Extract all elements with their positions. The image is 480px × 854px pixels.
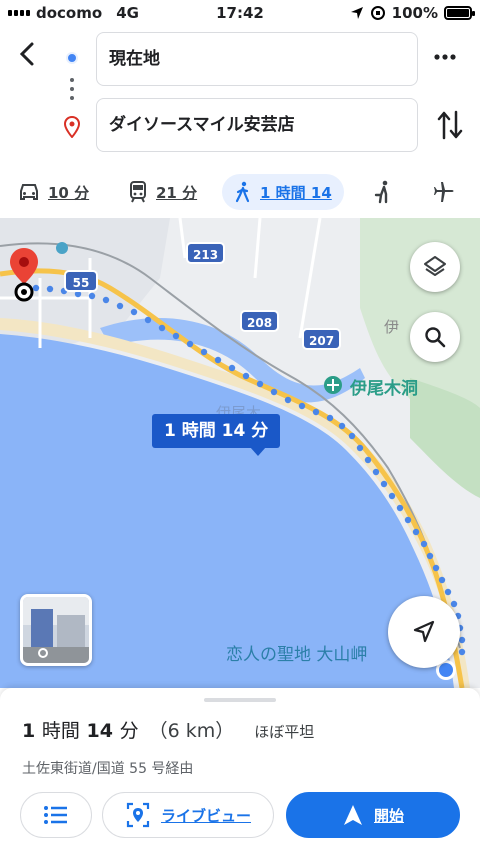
route-terrain: ほぼ平坦: [254, 723, 315, 741]
route-shield-55: 55: [64, 270, 98, 292]
list-icon: [44, 806, 67, 824]
sheet-drag-handle[interactable]: [204, 698, 276, 702]
swap-button[interactable]: [436, 108, 464, 146]
route-dots-icon: [70, 78, 74, 105]
route-duration: 1 時間 14 分: [22, 716, 139, 743]
map-label-partial: 伊: [384, 318, 400, 336]
search-icon: [425, 327, 446, 348]
tab-transit[interactable]: 21 分: [128, 174, 197, 210]
route-via: 土佐東街道/国道 55 号経由: [22, 761, 194, 777]
tab-transit-label: 21 分: [156, 183, 198, 202]
travel-mode-tabs: 10 分 21 分 1 時間 14: [0, 168, 480, 216]
route-shield-207: 207: [302, 328, 342, 350]
tab-ride[interactable]: [372, 174, 394, 210]
steps-button[interactable]: [20, 792, 92, 838]
navigation-icon: [343, 805, 362, 825]
route-time-callout[interactable]: 1 時間 14 分: [152, 414, 281, 456]
rotation-lock-icon: [370, 6, 385, 20]
layers-button[interactable]: [410, 242, 460, 292]
battery-icon: [444, 6, 475, 20]
duration-hours: 1: [22, 720, 36, 742]
poi-label[interactable]: 伊尾木洞: [350, 374, 418, 399]
destination-field[interactable]: ダイソースマイル安芸店: [96, 98, 418, 152]
tab-flight[interactable]: [432, 174, 456, 210]
more-options-button[interactable]: [432, 44, 458, 76]
search-map-button[interactable]: [410, 312, 460, 362]
live-view-button[interactable]: ライブビュー: [102, 792, 274, 838]
chevron-left-icon: [19, 42, 34, 66]
route-shield-213: 213: [186, 242, 226, 264]
duration-minutes: 14: [86, 720, 113, 742]
location-arrow-icon: [350, 7, 363, 19]
navigation-arrow-icon: [413, 620, 435, 643]
destination-pin-icon: [64, 116, 80, 138]
layers-icon: [424, 256, 446, 276]
airplane-icon: [434, 182, 454, 202]
tab-walk[interactable]: 1 時間 14: [222, 174, 344, 210]
swap-vertical-icon: [437, 110, 463, 140]
tab-walk-label: 1 時間 14: [260, 183, 332, 202]
destination-marker-icon[interactable]: [8, 246, 40, 302]
duration-minutes-unit: 分: [119, 720, 139, 742]
origin-field[interactable]: 現在地: [96, 32, 418, 86]
back-button[interactable]: [14, 40, 46, 72]
route-summary: 1 時間 14 分 （6 km） ほぼ平坦: [22, 716, 314, 743]
water-label: 恋人の聖地 大山岬: [226, 645, 368, 665]
route-summary-sheet: 1 時間 14 分 （6 km） ほぼ平坦 土佐東街道/国道 55 号経由 ライ…: [0, 688, 480, 854]
walk-icon: [235, 181, 250, 203]
street-view-thumbnail[interactable]: [20, 594, 92, 666]
tab-drive-label: 10 分: [48, 183, 90, 202]
route-shield-208: 208: [240, 310, 280, 332]
recenter-button[interactable]: [388, 596, 460, 668]
battery-percent: 100%: [391, 4, 438, 22]
route-distance: （6 km）: [148, 720, 235, 742]
tab-drive[interactable]: 10 分: [18, 174, 89, 210]
status-bar: docomo 4G 17:42 100%: [0, 0, 480, 28]
ride-icon: [374, 180, 388, 204]
start-label: 開始: [373, 806, 404, 825]
duration-hours-unit: 時間: [41, 720, 80, 742]
start-button[interactable]: 開始: [286, 792, 460, 838]
origin-dot-icon: [66, 52, 78, 64]
train-icon: [130, 181, 146, 203]
live-view-icon: [126, 802, 150, 828]
street-view-image: [23, 597, 89, 663]
live-view-label: ライブビュー: [160, 806, 251, 825]
car-icon: [20, 184, 38, 200]
more-horiz-icon: [434, 54, 456, 60]
